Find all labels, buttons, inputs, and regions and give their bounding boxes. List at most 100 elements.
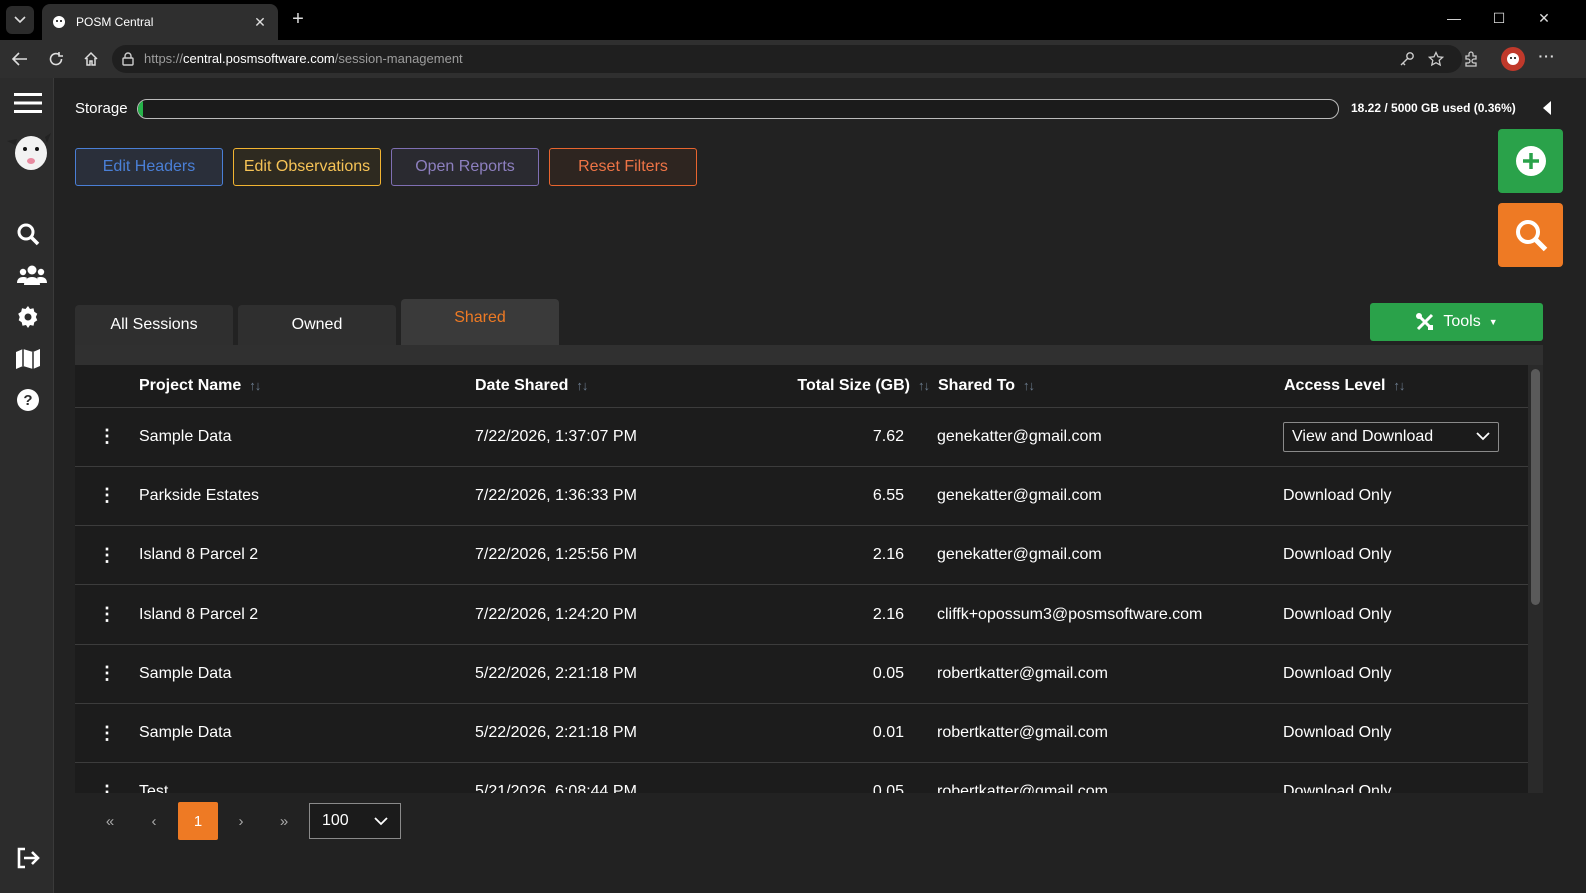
next-page-button[interactable]: › [222,802,260,840]
header-shared-to[interactable]: Shared To ↑↓ [937,365,1283,408]
cell-project-name: Parkside Estates [139,486,260,504]
search-sessions-button[interactable] [1498,203,1563,267]
url-field[interactable]: https://central.posmsoftware.com/session… [112,45,1462,73]
edit-observations-button[interactable]: Edit Observations [233,148,381,186]
sort-icon[interactable]: ↑↓ [1393,378,1405,393]
profile-avatar[interactable] [1501,47,1525,71]
prev-page-button[interactable]: ‹ [135,802,173,840]
page-size-select[interactable]: 100 [309,803,401,839]
row-menu-icon[interactable]: ⋮ [75,466,139,525]
key-icon[interactable] [1398,50,1416,68]
cell-access-level: Download Only [1283,486,1392,504]
sessions-table: Project Name ↑↓ Date Shared ↑↓ Total Size … [75,365,1528,793]
header-date-shared[interactable]: Date Shared ↑↓ [475,365,773,408]
cell-shared-to: cliffk+opossum3@posmsoftware.com [937,605,1203,623]
cell-total-size: 2.16 [872,605,904,623]
svg-text:?: ? [23,392,32,409]
minimize-icon[interactable]: — [1443,10,1465,30]
cell-date-shared: 5/22/2026, 2:21:18 PM [475,724,637,742]
app-root: ? Storage 18.22 / 5000 GB used (0.36%) E… [0,78,1586,893]
header-access-level[interactable]: Access Level ↑↓ [1283,365,1528,408]
url-text: https://central.posmsoftware.com/session… [144,51,463,66]
search-icon [1515,220,1547,252]
last-page-button[interactable]: » [265,802,303,840]
star-icon[interactable] [1427,50,1445,68]
cell-shared-to: robertkatter@gmail.com [937,783,1108,793]
table-row[interactable]: ⋮ Island 8 Parcel 2 7/22/2026, 1:24:20 P… [75,585,1528,645]
cell-shared-to: genekatter@gmail.com [937,427,1102,445]
table-row[interactable]: ⋮ Sample Data 7/22/2026, 1:37:07 PM 7.62… [75,407,1528,467]
cell-date-shared: 7/22/2026, 1:36:33 PM [475,486,637,504]
cell-access-level: Download Only [1283,783,1392,793]
table-row[interactable]: ⋮ Test 5/21/2026, 6:08:44 PM 0.05 robert… [75,763,1528,793]
access-level-select[interactable]: View and Download [1283,421,1499,452]
pagination: « ‹ 1 › » 100 [75,802,475,840]
tab-shared[interactable]: Shared [401,299,559,345]
row-menu-icon[interactable]: ⋮ [75,407,139,466]
storage-label: Storage [75,100,128,117]
collapse-panel-icon[interactable] [1541,100,1553,116]
row-menu-icon[interactable]: ⋮ [75,526,139,585]
sort-icon[interactable]: ↑↓ [249,378,261,393]
search-icon[interactable] [15,221,41,247]
page-number-button[interactable]: 1 [178,802,218,840]
reset-filters-button[interactable]: Reset Filters [549,148,697,186]
tools-dropdown-button[interactable]: Tools ▼ [1370,303,1543,341]
row-menu-icon[interactable]: ⋮ [75,763,139,793]
logout-icon[interactable] [15,845,41,871]
browser-tab[interactable]: POSM Central ✕ [42,4,278,40]
back-icon[interactable] [9,48,31,70]
maximize-icon[interactable]: ☐ [1488,10,1510,30]
header-project-name[interactable]: Project Name ↑↓ [139,365,475,408]
add-session-button[interactable] [1498,129,1563,193]
cell-shared-to: genekatter@gmail.com [937,486,1102,504]
close-window-icon[interactable]: ✕ [1533,10,1555,30]
cell-date-shared: 7/22/2026, 1:37:07 PM [475,427,637,445]
menu-icon[interactable] [13,90,43,116]
opossum-logo[interactable] [5,131,53,175]
sort-icon[interactable]: ↑↓ [576,378,588,393]
chevron-down-icon [1476,432,1490,441]
table-scrollbar[interactable] [1528,365,1543,793]
open-reports-button[interactable]: Open Reports [391,148,539,186]
cell-total-size: 0.05 [872,783,904,793]
browser-address-bar: https://central.posmsoftware.com/session… [0,40,1586,78]
extensions-icon[interactable] [1462,50,1480,68]
first-page-button[interactable]: « [91,802,129,840]
plus-circle-icon [1515,146,1546,176]
chevron-down-icon [374,816,388,825]
cell-shared-to: robertkatter@gmail.com [937,664,1108,682]
page-size-value: 100 [322,812,349,829]
users-icon[interactable] [16,262,48,288]
header-total-size[interactable]: Total Size (GB) ↑↓ [773,365,937,408]
edit-headers-button[interactable]: Edit Headers [75,148,223,186]
row-menu-icon[interactable]: ⋮ [75,703,139,762]
new-tab-icon[interactable]: + [286,8,310,32]
gear-icon[interactable] [15,304,41,330]
sort-icon[interactable]: ↑↓ [1023,378,1035,393]
tab-owned[interactable]: Owned [238,305,396,345]
cell-total-size: 0.01 [872,724,904,742]
browser-menu-icon[interactable]: ··· [1536,48,1558,64]
table-row[interactable]: ⋮ Sample Data 5/22/2026, 2:21:18 PM 0.01… [75,703,1528,763]
cell-access-level: Download Only [1283,546,1392,564]
home-icon[interactable] [80,48,102,70]
table-row[interactable]: ⋮ Island 8 Parcel 2 7/22/2026, 1:25:56 P… [75,526,1528,585]
browser-tab-title: POSM Central [76,15,154,29]
help-icon[interactable]: ? [15,387,41,413]
row-menu-icon[interactable]: ⋮ [75,644,139,703]
map-icon[interactable] [15,346,41,372]
storage-used-text: 18.22 / 5000 GB used (0.36%) [1351,101,1516,115]
sort-icon[interactable]: ↑↓ [918,378,930,393]
table-row[interactable]: ⋮ Parkside Estates 7/22/2026, 1:36:33 PM… [75,466,1528,526]
lock-icon [122,52,134,66]
cell-project-name: Sample Data [139,664,232,682]
tab-list-button[interactable] [6,6,34,34]
tab-all-sessions[interactable]: All Sessions [75,305,233,345]
table-row[interactable]: ⋮ Sample Data 5/22/2026, 2:21:18 PM 0.05… [75,644,1528,704]
reload-icon[interactable] [45,48,67,70]
close-tab-icon[interactable]: ✕ [252,14,268,31]
table-scrollbar-thumb[interactable] [1531,369,1540,605]
row-menu-icon[interactable]: ⋮ [75,585,139,644]
cell-access-level: Download Only [1283,664,1392,682]
